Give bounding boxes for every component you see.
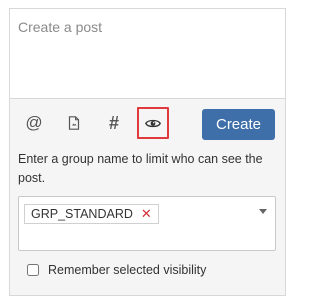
chevron-down-icon[interactable] <box>259 209 267 214</box>
mention-button[interactable]: @ <box>19 107 49 139</box>
remove-chip-icon[interactable]: ✕ <box>141 206 152 222</box>
remember-visibility-checkbox[interactable] <box>27 264 39 276</box>
hashtag-icon: # <box>108 112 119 133</box>
file-icon <box>68 116 80 130</box>
group-chip: GRP_STANDARD ✕ <box>24 204 159 224</box>
visibility-hint: Enter a group name to limit who can see … <box>18 152 263 185</box>
post-composer-panel: @ # Create Enter a group name to limit w… <box>9 8 286 296</box>
hashtag-button[interactable]: # <box>99 107 129 139</box>
eye-icon <box>145 119 161 127</box>
remember-visibility[interactable]: Remember selected visibility <box>27 263 206 277</box>
visibility-button[interactable] <box>137 107 169 139</box>
group-chip-label: GRP_STANDARD <box>31 207 133 221</box>
remember-visibility-label: Remember selected visibility <box>48 263 207 277</box>
group-selector[interactable]: GRP_STANDARD ✕ <box>18 196 276 251</box>
post-textarea-container <box>10 9 285 99</box>
attach-file-button[interactable] <box>59 107 89 139</box>
create-button[interactable]: Create <box>202 109 275 140</box>
post-text-input[interactable] <box>10 9 285 98</box>
at-icon: @ <box>25 113 43 132</box>
